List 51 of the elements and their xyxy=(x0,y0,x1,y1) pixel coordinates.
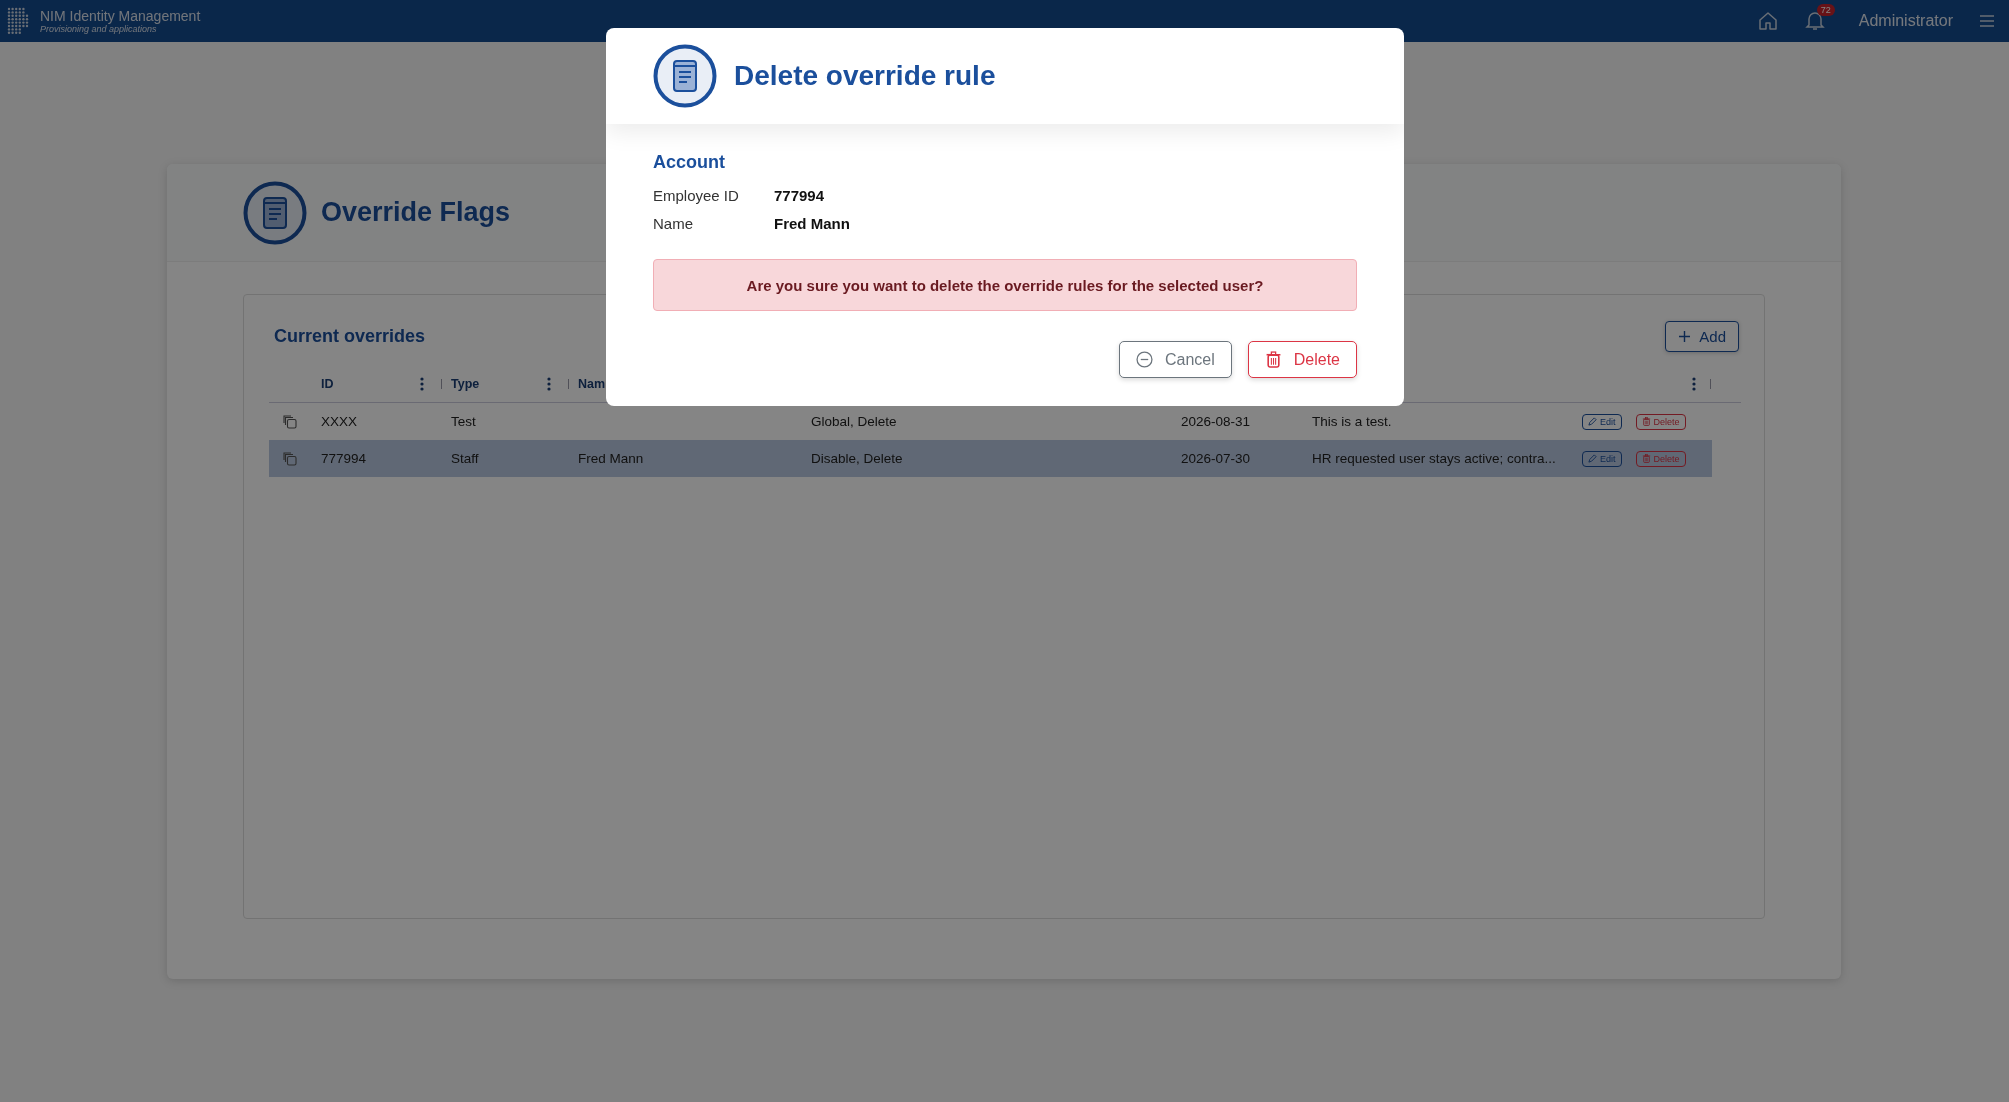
pencil-icon xyxy=(1588,454,1597,463)
edit-button[interactable]: Edit xyxy=(1582,450,1622,467)
table-cell-text: This is a test. xyxy=(1312,412,1393,431)
minus-circle-icon xyxy=(1135,351,1153,368)
app-title: NIM Identity Management xyxy=(40,8,201,24)
table-cell-text: Global, Delete xyxy=(811,412,898,431)
delete-button[interactable]: Delete xyxy=(1635,413,1686,430)
delete-button[interactable]: Delete xyxy=(1247,341,1357,378)
copy-icon[interactable] xyxy=(283,414,297,429)
table-row[interactable]: XXXX Test Global, Delete 2026-08-31 This is a test. Edit Delete xyxy=(269,403,1712,440)
notification-badge: 72 xyxy=(1816,4,1835,16)
trash-icon xyxy=(1641,454,1651,463)
section-heading: Account xyxy=(653,152,726,173)
copy-icon[interactable] xyxy=(283,451,297,466)
panel-title: Current overrides xyxy=(274,326,426,347)
field-label: Employee ID xyxy=(653,186,740,204)
column-header[interactable]: Type xyxy=(451,377,480,391)
edit-button[interactable]: Edit xyxy=(1582,413,1622,430)
table-cell-text: 2026-08-31 xyxy=(1181,412,1252,431)
table-cell-text: HR requested user stays active; contra... xyxy=(1312,449,1557,468)
trash-icon xyxy=(1641,417,1651,426)
user-name[interactable]: Administrator xyxy=(1858,12,1953,30)
trash-icon xyxy=(1264,351,1282,368)
warning-message: Are you sure you want to delete the override rules for the selected user? xyxy=(653,259,1357,311)
table-cell-text: 2026-07-30 xyxy=(1181,449,1252,468)
field-value: 777994 xyxy=(774,186,825,204)
dialog-title: Delete override rule xyxy=(734,60,996,92)
cancel-button[interactable]: Cancel xyxy=(1118,341,1232,378)
page-title: Override Flags xyxy=(321,197,511,228)
app-subtitle: Provisioning and applications xyxy=(40,24,158,34)
column-menu-icon[interactable] xyxy=(547,377,551,391)
field-label: Name xyxy=(653,214,694,232)
menu-icon[interactable] xyxy=(1979,14,1995,28)
add-button[interactable]: Add xyxy=(1665,321,1739,352)
column-menu-icon[interactable] xyxy=(420,377,424,391)
pencil-icon xyxy=(1588,417,1597,426)
document-icon xyxy=(653,44,717,108)
field-value: Fred Mann xyxy=(774,214,850,232)
table-cell-text: Disable, Delete xyxy=(811,449,904,468)
column-menu-icon[interactable] xyxy=(1692,377,1696,391)
table-cell-text: 777994 xyxy=(321,449,368,468)
table-cell-text: Fred Mann xyxy=(578,449,645,468)
table-cell-text: Staff xyxy=(451,449,480,468)
table-cell-text: XXXX xyxy=(321,412,359,431)
table-row[interactable]: 777994 Staff Fred Mann Disable, Delete 2026-07-30 HR requested user stays active; contra... Edit Delete xyxy=(269,440,1712,477)
table-cell-text: Test xyxy=(451,412,477,431)
column-header[interactable]: Nam xyxy=(578,377,606,391)
document-icon xyxy=(243,180,307,245)
plus-icon xyxy=(1678,330,1692,343)
column-header[interactable]: ID xyxy=(321,377,334,391)
home-icon[interactable] xyxy=(1756,10,1779,32)
